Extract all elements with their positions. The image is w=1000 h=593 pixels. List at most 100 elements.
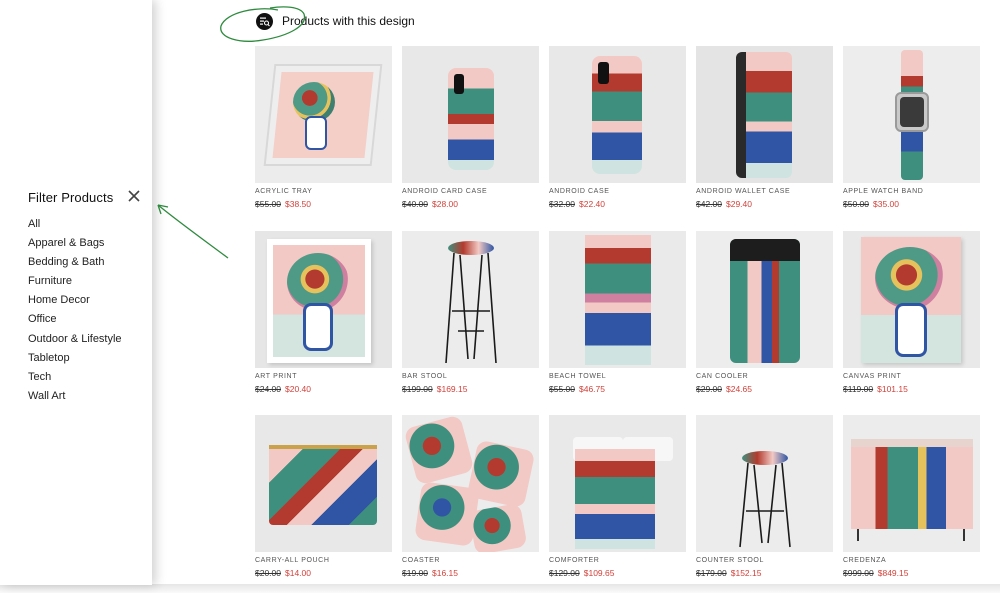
product-card-coaster[interactable]: COASTER $19.00 $16.15 [402,415,539,579]
product-prices: $20.00 $14.00 [255,568,392,579]
filter-item-office[interactable]: Office [28,312,122,331]
sale-price: $24.65 [726,384,752,394]
product-name: ACRYLIC TRAY [255,188,313,195]
filter-panel: Filter Products All Apparel & Bags Beddi… [0,0,152,585]
product-prices: $199.00 $169.15 [402,384,539,395]
sale-price: $46.75 [579,384,605,394]
product-prices: $179.00 $152.15 [696,568,833,579]
product-card-canvas-print[interactable]: CANVAS PRINT $119.00 $101.15 [843,231,980,395]
product-card-counter-stool[interactable]: COUNTER STOOL $179.00 $152.15 [696,415,833,579]
filter-item-bedding-bath[interactable]: Bedding & Bath [28,255,122,274]
product-image [843,231,980,368]
filter-item-apparel-bags[interactable]: Apparel & Bags [28,236,122,255]
original-price: $19.00 [402,568,428,578]
product-name: ANDROID CASE [549,188,610,195]
original-price: $129.00 [549,568,580,578]
product-image [843,415,980,552]
product-image [549,231,686,368]
product-image [549,46,686,183]
filter-item-tabletop[interactable]: Tabletop [28,351,122,370]
sale-price: $849.15 [877,568,909,578]
product-prices: $129.00 $109.65 [549,568,686,579]
original-price: $29.00 [696,384,722,394]
original-price: $999.00 [843,568,874,578]
sale-price: $109.65 [583,568,615,578]
products-header: Products with this design [256,12,415,30]
original-price: $40.00 [402,199,428,209]
filter-title: Filter Products [28,190,114,205]
product-card-android-wallet-case[interactable]: ANDROID WALLET CASE $42.00 $29.40 [696,46,833,210]
product-image [402,46,539,183]
product-image [402,231,539,368]
original-price: $24.00 [255,384,281,394]
page-title: Products with this design [282,14,415,28]
product-image [843,46,980,183]
product-image [255,231,392,368]
product-image [696,46,833,183]
sale-price: $169.15 [436,384,468,394]
product-name: CREDENZA [843,557,887,564]
product-name: APPLE WATCH BAND [843,188,924,195]
sale-price: $14.00 [285,568,311,578]
sale-price: $35.00 [873,199,899,209]
sale-price: $20.40 [285,384,311,394]
product-image [696,231,833,368]
product-prices: $999.00 $849.15 [843,568,980,579]
filter-item-wall-art[interactable]: Wall Art [28,389,122,408]
product-card-carry-all-pouch[interactable]: CARRY-ALL POUCH $20.00 $14.00 [255,415,392,579]
sale-price: $152.15 [730,568,762,578]
product-card-bar-stool[interactable]: BAR STOOL $199.00 $169.15 [402,231,539,395]
product-prices: $32.00 $22.40 [549,199,686,210]
product-prices: $29.00 $24.65 [696,384,833,395]
sale-price: $28.00 [432,199,458,209]
close-icon[interactable] [128,190,142,204]
filter-item-outdoor-lifestyle[interactable]: Outdoor & Lifestyle [28,332,122,351]
product-name: CANVAS PRINT [843,373,902,380]
product-card-credenza[interactable]: CREDENZA $999.00 $849.15 [843,415,980,579]
product-prices: $55.00 $46.75 [549,384,686,395]
product-name: COMFORTER [549,557,600,564]
product-prices: $42.00 $29.40 [696,199,833,210]
product-name: CARRY-ALL POUCH [255,557,330,564]
product-card-android-card-case[interactable]: ANDROID CARD CASE $40.00 $28.00 [402,46,539,210]
original-price: $50.00 [843,199,869,209]
filter-item-all[interactable]: All [28,217,122,236]
original-price: $55.00 [255,199,281,209]
sale-price: $38.50 [285,199,311,209]
product-card-art-print[interactable]: ART PRINT $24.00 $20.40 [255,231,392,395]
product-card-android-case[interactable]: ANDROID CASE $32.00 $22.40 [549,46,686,210]
product-name: BEACH TOWEL [549,373,607,380]
filter-item-tech[interactable]: Tech [28,370,122,389]
product-name: ART PRINT [255,373,298,380]
filter-item-home-decor[interactable]: Home Decor [28,293,122,312]
product-image [255,415,392,552]
product-name: COUNTER STOOL [696,557,764,564]
product-name: CAN COOLER [696,373,749,380]
product-card-apple-watch-band[interactable]: APPLE WATCH BAND $50.00 $35.00 [843,46,980,210]
original-price: $42.00 [696,199,722,209]
product-card-acrylic-tray[interactable]: ACRYLIC TRAY $55.00 $38.50 [255,46,392,210]
filter-header: Filter Products [28,190,148,206]
filter-item-furniture[interactable]: Furniture [28,274,122,293]
product-card-comforter[interactable]: COMFORTER $129.00 $109.65 [549,415,686,579]
product-image [255,46,392,183]
sale-price: $16.15 [432,568,458,578]
original-price: $199.00 [402,384,433,394]
product-name: BAR STOOL [402,373,448,380]
sale-price: $101.15 [877,384,908,394]
product-filter-icon [256,12,273,30]
product-prices: $55.00 $38.50 [255,199,392,210]
product-prices: $19.00 $16.15 [402,568,539,579]
product-card-beach-towel[interactable]: BEACH TOWEL $55.00 $46.75 [549,231,686,395]
product-name: ANDROID WALLET CASE [696,188,791,195]
sale-price: $29.40 [726,199,752,209]
original-price: $179.00 [696,568,727,578]
original-price: $20.00 [255,568,281,578]
original-price: $119.00 [843,384,874,394]
bottom-edge [0,584,1000,593]
product-prices: $24.00 $20.40 [255,384,392,395]
product-prices: $40.00 $28.00 [402,199,539,210]
sale-price: $22.40 [579,199,605,209]
product-image [696,415,833,552]
product-card-can-cooler[interactable]: CAN COOLER $29.00 $24.65 [696,231,833,395]
